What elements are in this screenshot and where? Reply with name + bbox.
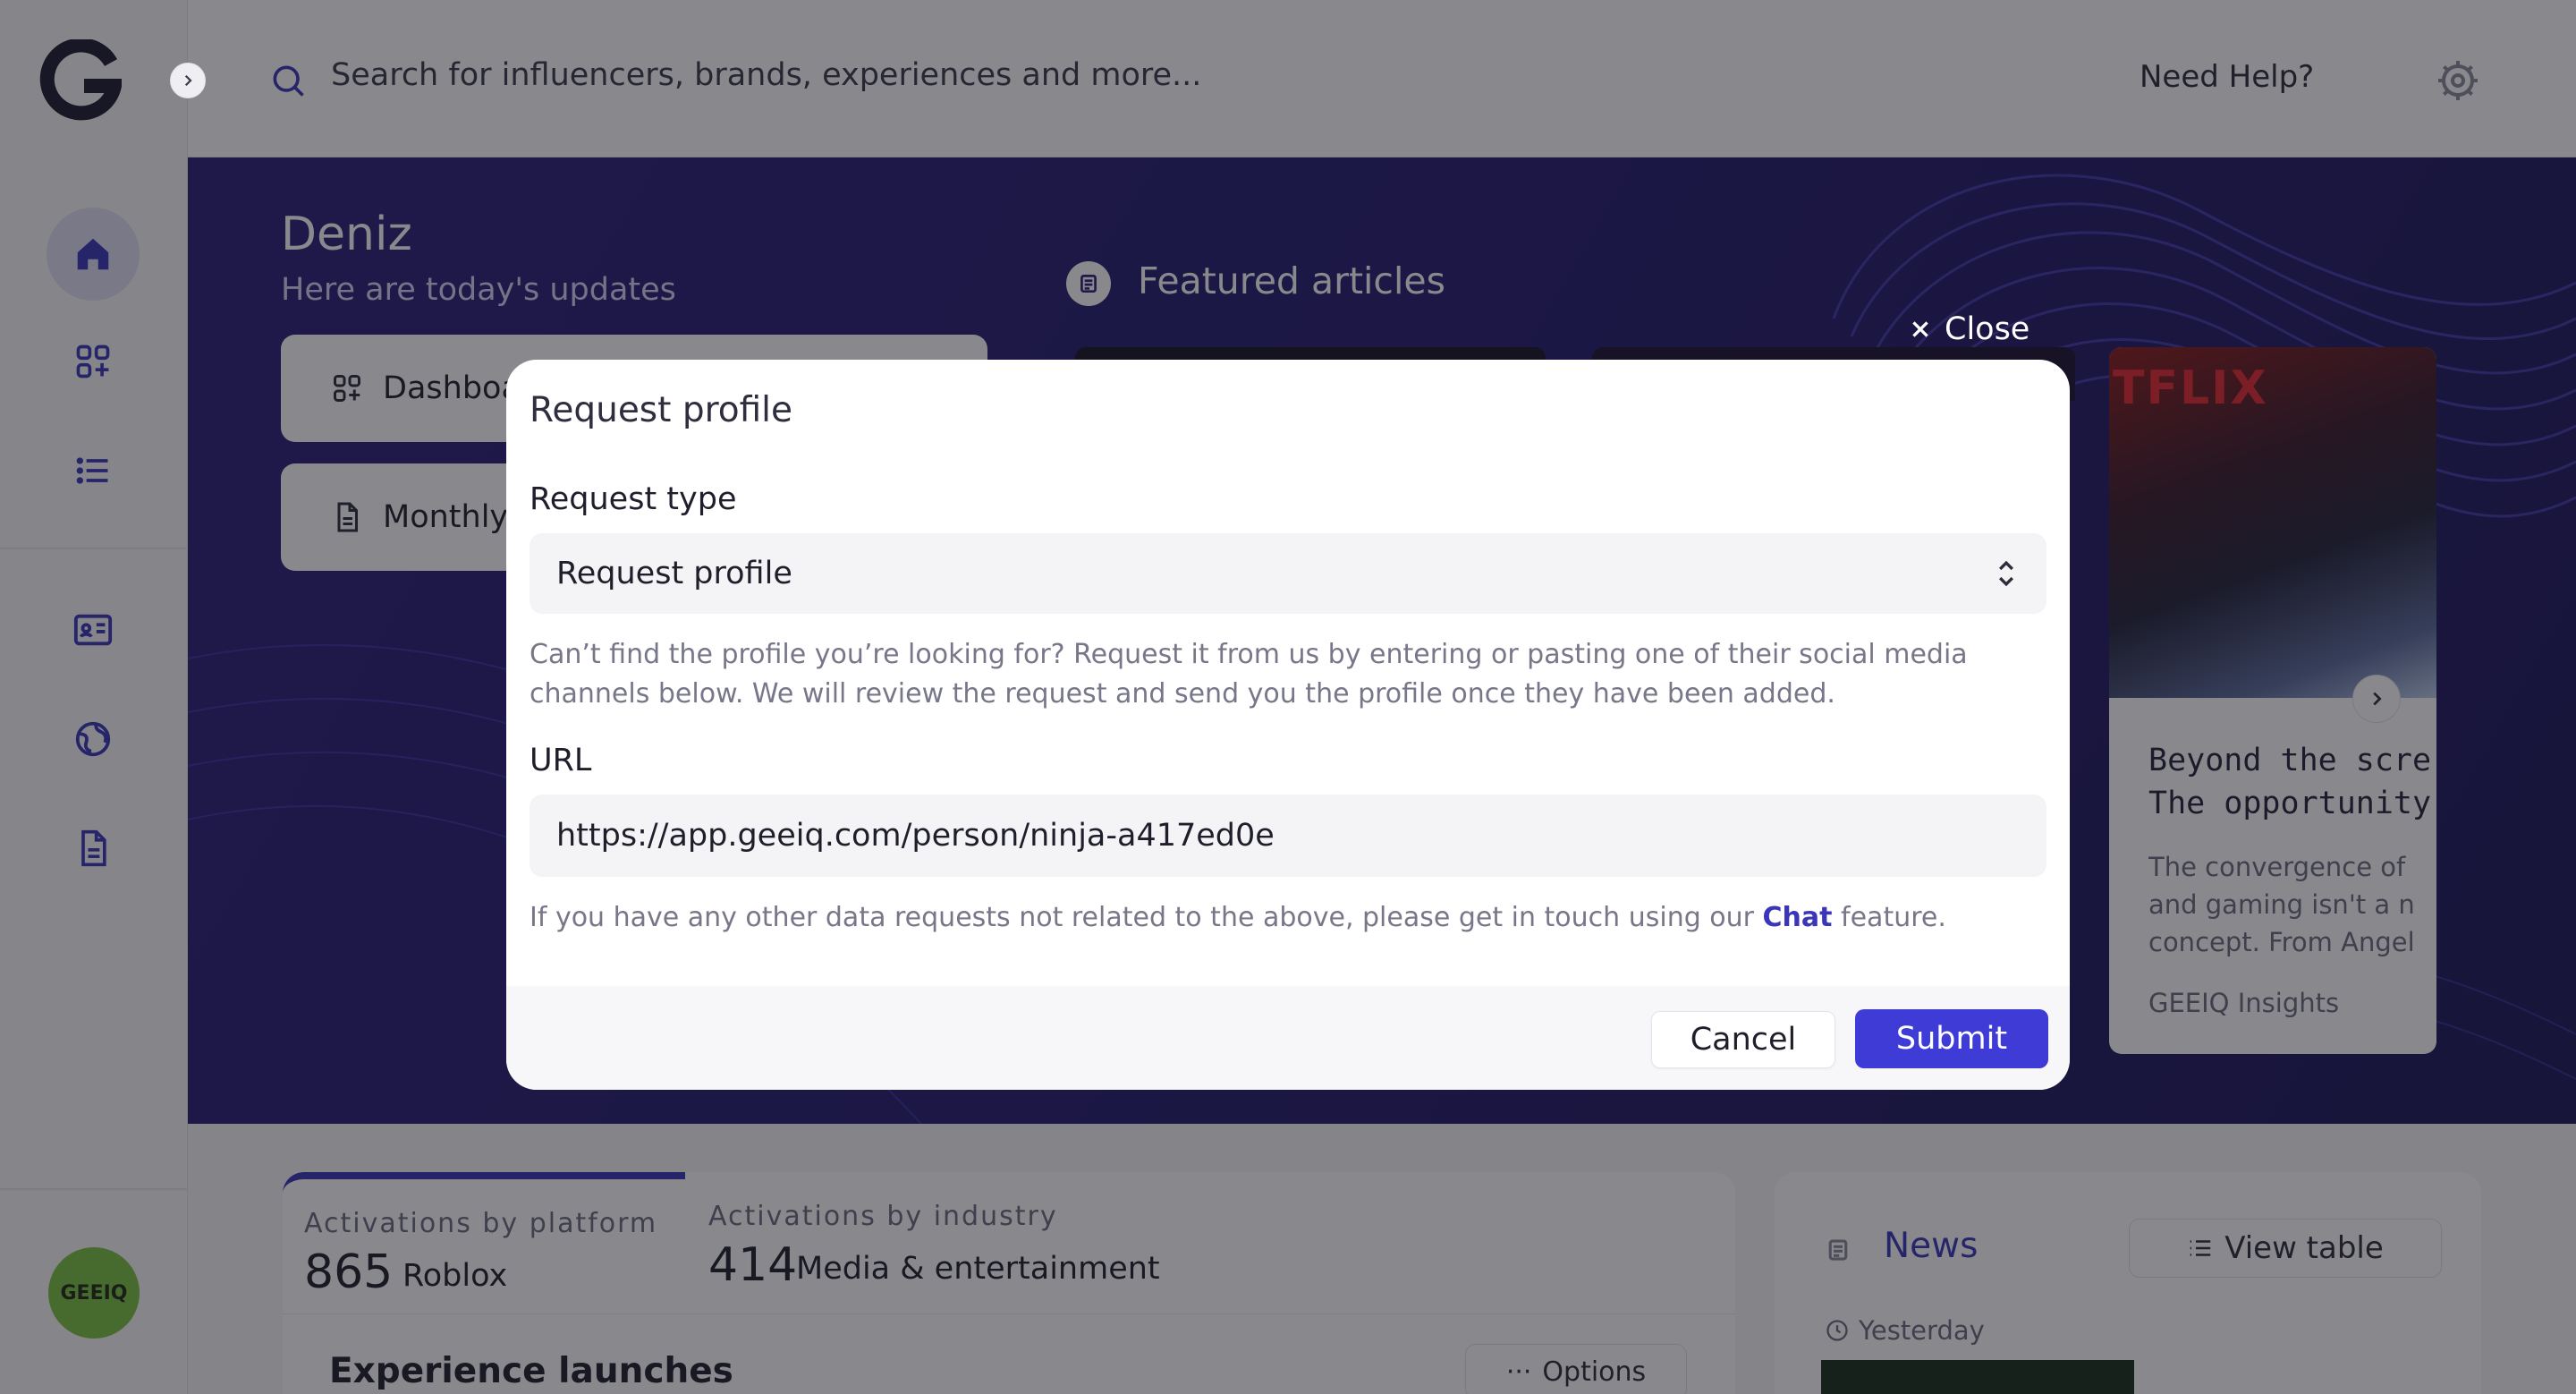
modal-footer: Cancel Submit bbox=[506, 986, 2070, 1090]
note-text-end: feature. bbox=[1832, 902, 1946, 933]
request-type-value: Request profile bbox=[556, 556, 792, 591]
request-type-label: Request type bbox=[530, 481, 737, 517]
chat-link[interactable]: Chat bbox=[1763, 902, 1833, 933]
close-icon bbox=[1912, 321, 1928, 337]
cancel-button[interactable]: Cancel bbox=[1651, 1011, 1835, 1068]
url-input[interactable]: https://app.geeiq.com/person/ninja-a417e… bbox=[530, 795, 2046, 877]
url-label: URL bbox=[530, 743, 592, 778]
select-caret-icon bbox=[1998, 560, 2014, 587]
request-profile-modal: Request profile Request type Request pro… bbox=[506, 360, 2070, 1090]
modal-title: Request profile bbox=[530, 390, 793, 430]
request-type-select[interactable]: Request profile bbox=[530, 533, 2046, 614]
chevron-right-icon bbox=[184, 74, 192, 87]
submit-button[interactable]: Submit bbox=[1855, 1009, 2048, 1068]
other-requests-note: If you have any other data requests not … bbox=[530, 898, 2041, 938]
request-helper-text: Can’t find the profile you’re looking fo… bbox=[530, 639, 1968, 710]
note-text: If you have any other data requests not … bbox=[530, 902, 1763, 933]
close-button[interactable]: Close bbox=[1909, 311, 2029, 347]
sidebar-expand-button[interactable] bbox=[170, 63, 206, 98]
close-label: Close bbox=[1945, 311, 2030, 347]
